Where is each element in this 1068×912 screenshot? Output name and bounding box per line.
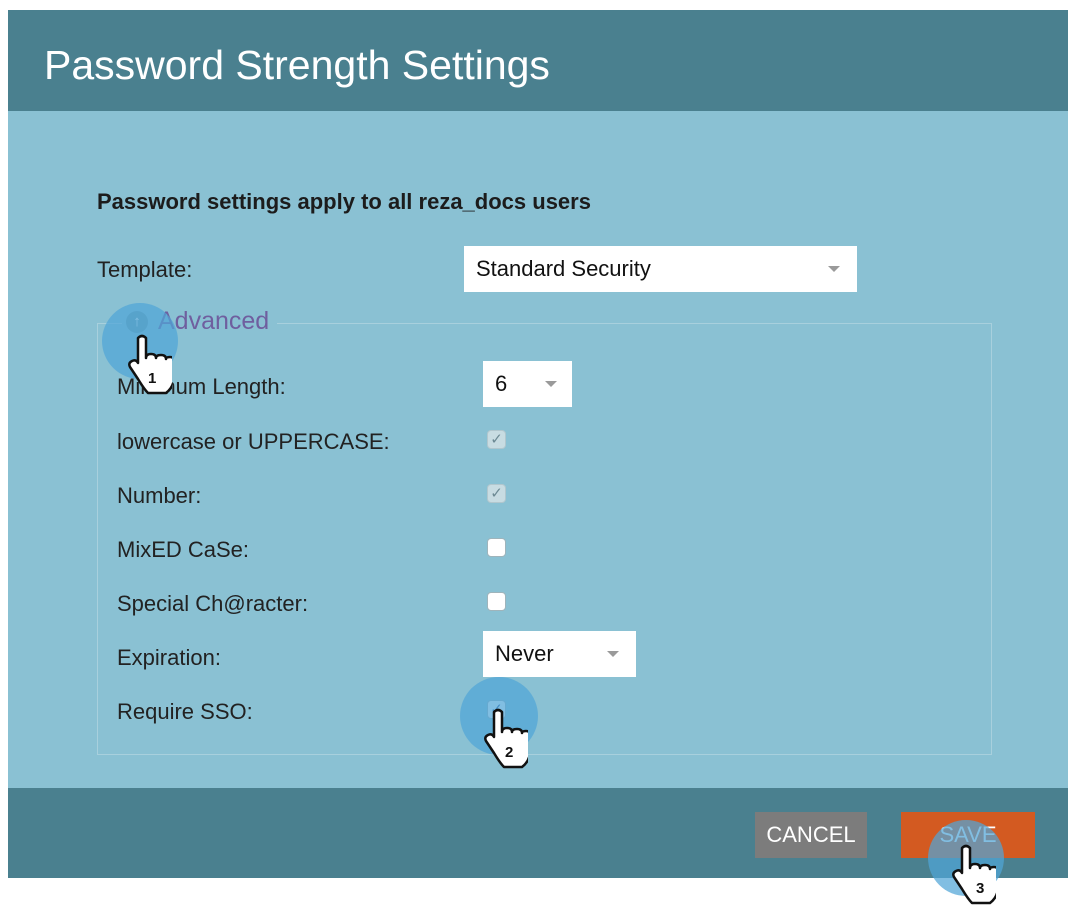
password-strength-dialog: Password Strength Settings Password sett… [8,10,1068,878]
case-label: lowercase or UPPERCASE: [117,429,390,454]
chevron-down-icon [545,381,557,387]
expiration-value: Never [495,641,554,666]
require-sso-label: Require SSO: [117,699,253,724]
chevron-down-icon [607,651,619,657]
expiration-select[interactable]: Never [483,631,636,677]
step-number-2: 2 [505,744,514,761]
mixed-case-checkbox[interactable] [487,538,506,557]
special-character-label: Special Ch@racter: [117,591,309,616]
expiration-label: Expiration: [117,645,221,670]
dialog-header: Password Strength Settings [8,10,1068,111]
step-number-1: 1 [148,370,157,387]
mixed-case-label: MixED CaSe: [117,537,250,562]
template-label: Template: [97,257,193,282]
chevron-down-icon [828,266,840,272]
case-checkbox[interactable]: ✓ [487,430,506,449]
scope-notice: Password settings apply to all reza_docs… [97,189,591,214]
template-select[interactable]: Standard Security [464,246,857,292]
template-select-value: Standard Security [476,256,651,281]
dialog-title: Password Strength Settings [44,42,550,88]
min-length-value: 6 [495,371,508,396]
dialog-body: Password settings apply to all reza_docs… [8,111,1068,788]
pointer-hand-icon [952,844,996,905]
number-checkbox[interactable]: ✓ [487,484,506,503]
step-number-3: 3 [976,880,985,897]
dialog-footer: CANCEL SAVE [8,788,1068,878]
special-character-checkbox[interactable] [487,592,506,611]
cancel-button[interactable]: CANCEL [755,812,867,858]
number-label: Number: [117,483,202,508]
min-length-select[interactable]: 6 [483,361,572,407]
